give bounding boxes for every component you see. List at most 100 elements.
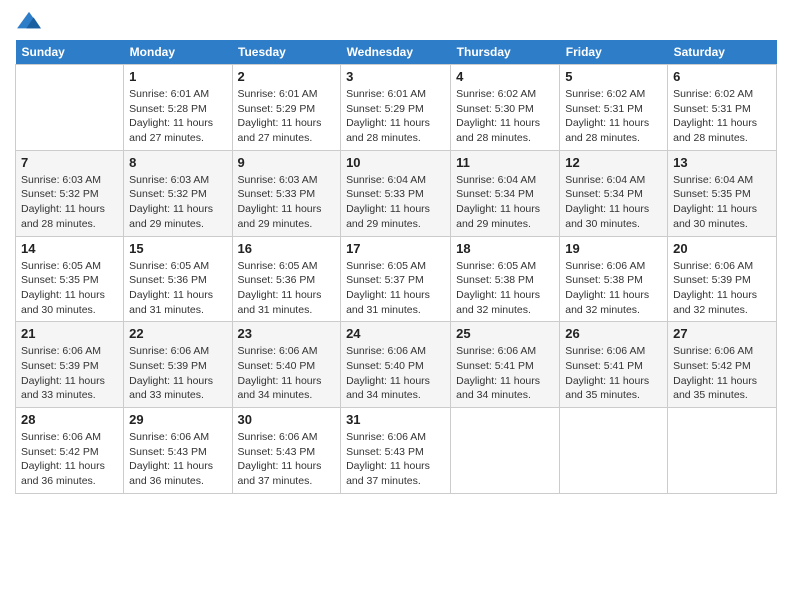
- day-number: 4: [456, 69, 554, 84]
- day-number: 12: [565, 155, 662, 170]
- calendar-cell: 31 Sunrise: 6:06 AM Sunset: 5:43 PM Dayl…: [341, 408, 451, 494]
- cell-info: Sunrise: 6:06 AM Sunset: 5:40 PM Dayligh…: [238, 344, 336, 403]
- calendar-cell: [560, 408, 668, 494]
- day-number: 1: [129, 69, 226, 84]
- calendar-week-4: 21 Sunrise: 6:06 AM Sunset: 5:39 PM Dayl…: [16, 322, 777, 408]
- header-day-tuesday: Tuesday: [232, 40, 341, 65]
- day-number: 17: [346, 241, 445, 256]
- day-number: 5: [565, 69, 662, 84]
- calendar-cell: 8 Sunrise: 6:03 AM Sunset: 5:32 PM Dayli…: [124, 150, 232, 236]
- calendar-table: SundayMondayTuesdayWednesdayThursdayFrid…: [15, 40, 777, 494]
- header-day-thursday: Thursday: [451, 40, 560, 65]
- day-number: 26: [565, 326, 662, 341]
- day-number: 3: [346, 69, 445, 84]
- calendar-cell: 30 Sunrise: 6:06 AM Sunset: 5:43 PM Dayl…: [232, 408, 341, 494]
- cell-info: Sunrise: 6:06 AM Sunset: 5:42 PM Dayligh…: [21, 430, 118, 489]
- day-number: 6: [673, 69, 771, 84]
- calendar-cell: 12 Sunrise: 6:04 AM Sunset: 5:34 PM Dayl…: [560, 150, 668, 236]
- day-number: 21: [21, 326, 118, 341]
- day-number: 8: [129, 155, 226, 170]
- calendar-cell: 5 Sunrise: 6:02 AM Sunset: 5:31 PM Dayli…: [560, 65, 668, 151]
- cell-info: Sunrise: 6:05 AM Sunset: 5:38 PM Dayligh…: [456, 259, 554, 318]
- header-day-sunday: Sunday: [16, 40, 124, 65]
- cell-info: Sunrise: 6:06 AM Sunset: 5:42 PM Dayligh…: [673, 344, 771, 403]
- calendar-cell: 7 Sunrise: 6:03 AM Sunset: 5:32 PM Dayli…: [16, 150, 124, 236]
- calendar-week-5: 28 Sunrise: 6:06 AM Sunset: 5:42 PM Dayl…: [16, 408, 777, 494]
- day-number: 15: [129, 241, 226, 256]
- cell-info: Sunrise: 6:05 AM Sunset: 5:36 PM Dayligh…: [238, 259, 336, 318]
- calendar-cell: 26 Sunrise: 6:06 AM Sunset: 5:41 PM Dayl…: [560, 322, 668, 408]
- calendar-cell: 9 Sunrise: 6:03 AM Sunset: 5:33 PM Dayli…: [232, 150, 341, 236]
- header-day-saturday: Saturday: [668, 40, 777, 65]
- day-number: 23: [238, 326, 336, 341]
- cell-info: Sunrise: 6:03 AM Sunset: 5:32 PM Dayligh…: [21, 173, 118, 232]
- cell-info: Sunrise: 6:05 AM Sunset: 5:36 PM Dayligh…: [129, 259, 226, 318]
- calendar-cell: 3 Sunrise: 6:01 AM Sunset: 5:29 PM Dayli…: [341, 65, 451, 151]
- cell-info: Sunrise: 6:06 AM Sunset: 5:41 PM Dayligh…: [565, 344, 662, 403]
- cell-info: Sunrise: 6:03 AM Sunset: 5:32 PM Dayligh…: [129, 173, 226, 232]
- day-number: 11: [456, 155, 554, 170]
- calendar-cell: [451, 408, 560, 494]
- cell-info: Sunrise: 6:05 AM Sunset: 5:37 PM Dayligh…: [346, 259, 445, 318]
- day-number: 2: [238, 69, 336, 84]
- day-number: 7: [21, 155, 118, 170]
- calendar-week-1: 1 Sunrise: 6:01 AM Sunset: 5:28 PM Dayli…: [16, 65, 777, 151]
- day-number: 10: [346, 155, 445, 170]
- cell-info: Sunrise: 6:06 AM Sunset: 5:43 PM Dayligh…: [129, 430, 226, 489]
- cell-info: Sunrise: 6:06 AM Sunset: 5:43 PM Dayligh…: [346, 430, 445, 489]
- cell-info: Sunrise: 6:04 AM Sunset: 5:33 PM Dayligh…: [346, 173, 445, 232]
- day-number: 18: [456, 241, 554, 256]
- calendar-week-3: 14 Sunrise: 6:05 AM Sunset: 5:35 PM Dayl…: [16, 236, 777, 322]
- cell-info: Sunrise: 6:04 AM Sunset: 5:34 PM Dayligh…: [456, 173, 554, 232]
- header-day-monday: Monday: [124, 40, 232, 65]
- day-number: 14: [21, 241, 118, 256]
- calendar-cell: 11 Sunrise: 6:04 AM Sunset: 5:34 PM Dayl…: [451, 150, 560, 236]
- cell-info: Sunrise: 6:06 AM Sunset: 5:41 PM Dayligh…: [456, 344, 554, 403]
- day-number: 27: [673, 326, 771, 341]
- cell-info: Sunrise: 6:06 AM Sunset: 5:39 PM Dayligh…: [129, 344, 226, 403]
- calendar-cell: 16 Sunrise: 6:05 AM Sunset: 5:36 PM Dayl…: [232, 236, 341, 322]
- cell-info: Sunrise: 6:06 AM Sunset: 5:39 PM Dayligh…: [673, 259, 771, 318]
- calendar-cell: [668, 408, 777, 494]
- logo-icon: [15, 10, 43, 32]
- cell-info: Sunrise: 6:06 AM Sunset: 5:40 PM Dayligh…: [346, 344, 445, 403]
- calendar-cell: 20 Sunrise: 6:06 AM Sunset: 5:39 PM Dayl…: [668, 236, 777, 322]
- calendar-cell: 4 Sunrise: 6:02 AM Sunset: 5:30 PM Dayli…: [451, 65, 560, 151]
- day-number: 19: [565, 241, 662, 256]
- calendar-header-row: SundayMondayTuesdayWednesdayThursdayFrid…: [16, 40, 777, 65]
- calendar-cell: [16, 65, 124, 151]
- calendar-cell: 1 Sunrise: 6:01 AM Sunset: 5:28 PM Dayli…: [124, 65, 232, 151]
- day-number: 13: [673, 155, 771, 170]
- cell-info: Sunrise: 6:01 AM Sunset: 5:28 PM Dayligh…: [129, 87, 226, 146]
- calendar-cell: 2 Sunrise: 6:01 AM Sunset: 5:29 PM Dayli…: [232, 65, 341, 151]
- calendar-week-2: 7 Sunrise: 6:03 AM Sunset: 5:32 PM Dayli…: [16, 150, 777, 236]
- calendar-cell: 25 Sunrise: 6:06 AM Sunset: 5:41 PM Dayl…: [451, 322, 560, 408]
- logo: [15, 10, 47, 32]
- calendar-cell: 13 Sunrise: 6:04 AM Sunset: 5:35 PM Dayl…: [668, 150, 777, 236]
- calendar-cell: 23 Sunrise: 6:06 AM Sunset: 5:40 PM Dayl…: [232, 322, 341, 408]
- calendar-cell: 14 Sunrise: 6:05 AM Sunset: 5:35 PM Dayl…: [16, 236, 124, 322]
- day-number: 16: [238, 241, 336, 256]
- day-number: 20: [673, 241, 771, 256]
- calendar-cell: 15 Sunrise: 6:05 AM Sunset: 5:36 PM Dayl…: [124, 236, 232, 322]
- calendar-cell: 22 Sunrise: 6:06 AM Sunset: 5:39 PM Dayl…: [124, 322, 232, 408]
- cell-info: Sunrise: 6:02 AM Sunset: 5:31 PM Dayligh…: [565, 87, 662, 146]
- cell-info: Sunrise: 6:01 AM Sunset: 5:29 PM Dayligh…: [346, 87, 445, 146]
- day-number: 29: [129, 412, 226, 427]
- calendar-cell: 24 Sunrise: 6:06 AM Sunset: 5:40 PM Dayl…: [341, 322, 451, 408]
- calendar-cell: 28 Sunrise: 6:06 AM Sunset: 5:42 PM Dayl…: [16, 408, 124, 494]
- page-header: [15, 10, 777, 32]
- cell-info: Sunrise: 6:01 AM Sunset: 5:29 PM Dayligh…: [238, 87, 336, 146]
- cell-info: Sunrise: 6:06 AM Sunset: 5:39 PM Dayligh…: [21, 344, 118, 403]
- calendar-cell: 21 Sunrise: 6:06 AM Sunset: 5:39 PM Dayl…: [16, 322, 124, 408]
- day-number: 31: [346, 412, 445, 427]
- cell-info: Sunrise: 6:02 AM Sunset: 5:31 PM Dayligh…: [673, 87, 771, 146]
- calendar-cell: 19 Sunrise: 6:06 AM Sunset: 5:38 PM Dayl…: [560, 236, 668, 322]
- day-number: 28: [21, 412, 118, 427]
- cell-info: Sunrise: 6:06 AM Sunset: 5:43 PM Dayligh…: [238, 430, 336, 489]
- cell-info: Sunrise: 6:04 AM Sunset: 5:34 PM Dayligh…: [565, 173, 662, 232]
- calendar-cell: 27 Sunrise: 6:06 AM Sunset: 5:42 PM Dayl…: [668, 322, 777, 408]
- day-number: 9: [238, 155, 336, 170]
- calendar-cell: 17 Sunrise: 6:05 AM Sunset: 5:37 PM Dayl…: [341, 236, 451, 322]
- day-number: 24: [346, 326, 445, 341]
